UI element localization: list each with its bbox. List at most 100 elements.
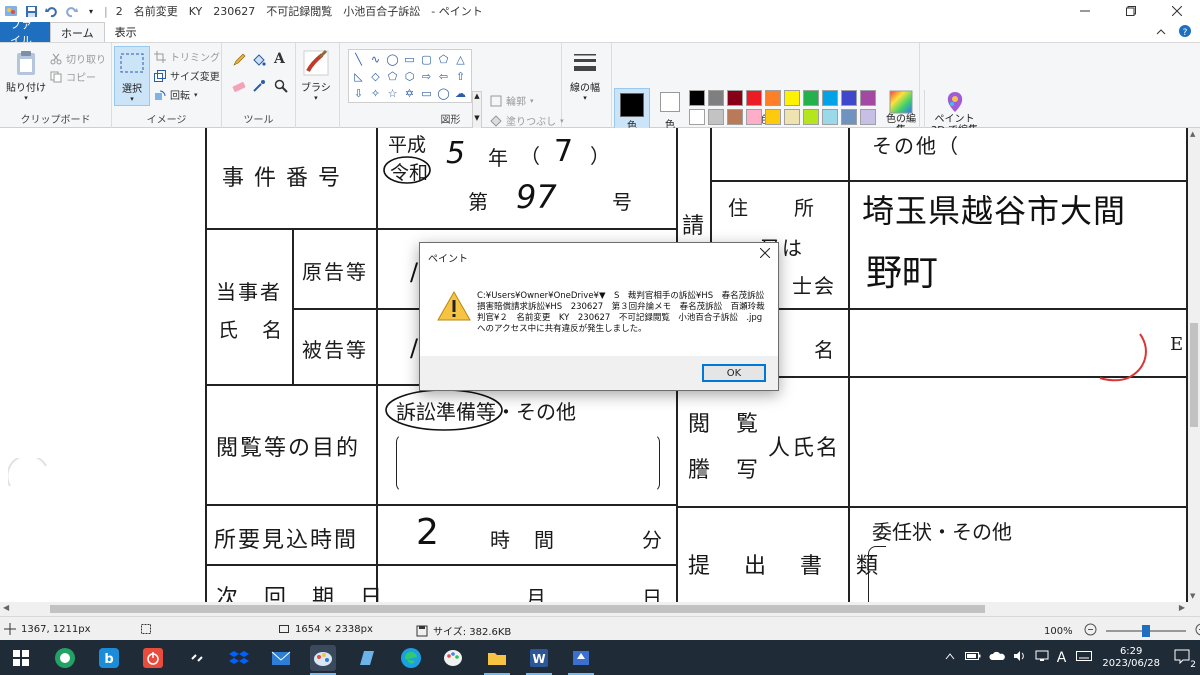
right-arrow-shape-icon[interactable]: ⇨ (418, 68, 435, 85)
cut-button[interactable]: 切り取り (50, 51, 106, 66)
volume-icon[interactable] (1013, 650, 1027, 665)
polygon-shape-icon[interactable]: ⬠ (435, 51, 452, 68)
resize-button[interactable]: サイズ変更 (154, 68, 220, 83)
palette-swatch[interactable] (689, 90, 705, 106)
taskbar-app-b[interactable]: b (96, 645, 122, 671)
notification-center-button[interactable]: 2 (1174, 648, 1196, 670)
taskbar-app-tray[interactable] (568, 645, 594, 671)
undo-icon[interactable] (44, 4, 58, 18)
collapse-ribbon-icon[interactable] (1156, 26, 1166, 39)
five-point-star-shape-icon[interactable]: ☆ (384, 85, 401, 102)
palette-swatch[interactable] (841, 90, 857, 106)
palette-swatch[interactable] (784, 109, 800, 125)
scroll-left-arrow-icon[interactable]: ◀ (3, 603, 9, 612)
zoom-in-button[interactable] (1195, 623, 1200, 639)
palette-swatch[interactable] (822, 109, 838, 125)
size-button[interactable]: 線の幅 ▾ (570, 49, 600, 102)
fill-button[interactable]: 塗りつぶし ▾ (490, 113, 564, 128)
hexagon-shape-icon[interactable]: ⬡ (401, 68, 418, 85)
crop-button[interactable]: トリミング (154, 49, 220, 64)
redo-icon[interactable] (64, 4, 78, 18)
taskbar-app-power[interactable] (140, 645, 166, 671)
palette-swatch[interactable] (860, 90, 876, 106)
down-arrow-shape-icon[interactable]: ⇩ (350, 85, 367, 102)
eraser-tool[interactable] (232, 79, 246, 93)
fill-tool[interactable] (252, 53, 266, 67)
four-point-star-shape-icon[interactable]: ✧ (367, 85, 384, 102)
network-icon[interactable] (1035, 650, 1049, 665)
palette-swatch[interactable] (803, 90, 819, 106)
scroll-down-arrow-icon[interactable]: ▼ (1190, 592, 1195, 600)
select-dropdown-icon[interactable]: ▾ (130, 95, 134, 103)
ime-indicator[interactable]: A (1057, 650, 1067, 666)
maximize-button[interactable] (1108, 0, 1154, 22)
taskbar-dropbox[interactable] (226, 645, 252, 671)
rotate-dropdown-icon[interactable]: ▾ (194, 91, 198, 99)
paste-button[interactable]: 貼り付け ▾ (6, 49, 46, 102)
taskbar-app-green[interactable] (52, 645, 78, 671)
right-triangle-shape-icon[interactable]: ◺ (350, 68, 367, 85)
show-hidden-icons[interactable] (945, 652, 955, 663)
cloud-callout-shape-icon[interactable]: ☁ (452, 85, 469, 102)
diamond-shape-icon[interactable]: ◇ (367, 68, 384, 85)
brush-button[interactable]: ブラシ ▾ (301, 49, 331, 102)
rotate-button[interactable]: 回転 ▾ (154, 87, 198, 102)
ok-button[interactable]: OK (702, 364, 766, 382)
scroll-up-arrow-icon[interactable]: ▲ (1190, 130, 1195, 138)
clock[interactable]: 6:29 2023/06/28 (1102, 646, 1160, 670)
scroll-right-arrow-icon[interactable]: ▶ (1179, 603, 1185, 612)
size-dropdown-icon[interactable]: ▾ (583, 94, 587, 102)
palette-swatch[interactable] (689, 109, 705, 125)
taskbar-paint[interactable] (310, 645, 336, 671)
vertical-scrollbar[interactable]: ▲ ▼ (1188, 128, 1200, 602)
vertical-scroll-thumb[interactable] (1190, 323, 1198, 427)
rectangle-shape-icon[interactable]: ▭ (401, 51, 418, 68)
copy-button[interactable]: コピー (50, 69, 96, 84)
triangle-shape-icon[interactable]: △ (452, 51, 469, 68)
color-picker-tool[interactable] (252, 79, 266, 93)
rounded-rectangle-shape-icon[interactable]: ▢ (418, 51, 435, 68)
scroll-up-icon[interactable]: ▲ (474, 92, 479, 100)
scroll-down-icon[interactable]: ▼ (474, 114, 479, 122)
minimize-button[interactable] (1062, 0, 1108, 22)
start-button[interactable] (8, 645, 34, 671)
zoom-slider-thumb[interactable] (1141, 625, 1150, 637)
horizontal-scroll-thumb[interactable] (50, 605, 985, 613)
customize-qat-icon[interactable]: ▾ (84, 4, 98, 18)
taskbar-app-palette[interactable] (440, 645, 466, 671)
magnifier-tool[interactable] (274, 79, 288, 93)
palette-swatch[interactable] (746, 90, 762, 106)
text-tool[interactable]: A (274, 51, 285, 67)
shapes-gallery[interactable]: ╲ ∿ ◯ ▭ ▢ ⬠ △ ◺ ◇ ⬠ ⬡ ⇨ ⇦ ⇧ ⇩ ✧ ☆ ✡ ▭ ◯ … (348, 49, 472, 103)
battery-icon[interactable] (964, 651, 981, 664)
help-icon[interactable]: ? (1178, 24, 1192, 41)
dialog-close-button[interactable] (759, 247, 771, 262)
six-point-star-shape-icon[interactable]: ✡ (401, 85, 418, 102)
palette-swatch[interactable] (803, 109, 819, 125)
paste-dropdown-icon[interactable]: ▾ (24, 94, 28, 102)
taskbar-word[interactable]: W (526, 645, 552, 671)
zoom-slider[interactable] (1105, 625, 1186, 637)
palette-swatch[interactable] (746, 109, 762, 125)
up-arrow-shape-icon[interactable]: ⇧ (452, 68, 469, 85)
left-arrow-shape-icon[interactable]: ⇦ (435, 68, 452, 85)
pencil-tool[interactable] (232, 53, 246, 67)
keyboard-icon[interactable] (1076, 650, 1093, 665)
oval-callout-shape-icon[interactable]: ◯ (435, 85, 452, 102)
palette-swatch[interactable] (784, 90, 800, 106)
horizontal-scrollbar[interactable]: ◀ ▶ (0, 602, 1188, 616)
select-button[interactable]: 選択 ▾ (114, 46, 150, 106)
taskbar-app-link[interactable] (184, 645, 210, 671)
palette-swatch[interactable] (727, 90, 743, 106)
outline-button[interactable]: 輪郭 ▾ (490, 93, 534, 108)
tab-file[interactable]: ファイル (0, 18, 50, 47)
palette-swatch[interactable] (708, 109, 724, 125)
brush-dropdown-icon[interactable]: ▾ (314, 94, 318, 102)
palette-swatch[interactable] (822, 90, 838, 106)
taskbar-edge[interactable] (398, 645, 424, 671)
palette-swatch[interactable] (727, 109, 743, 125)
tab-home[interactable]: ホーム (50, 22, 105, 42)
curve-shape-icon[interactable]: ∿ (367, 51, 384, 68)
pentagon-shape-icon[interactable]: ⬠ (384, 68, 401, 85)
onedrive-icon[interactable] (989, 651, 1005, 664)
